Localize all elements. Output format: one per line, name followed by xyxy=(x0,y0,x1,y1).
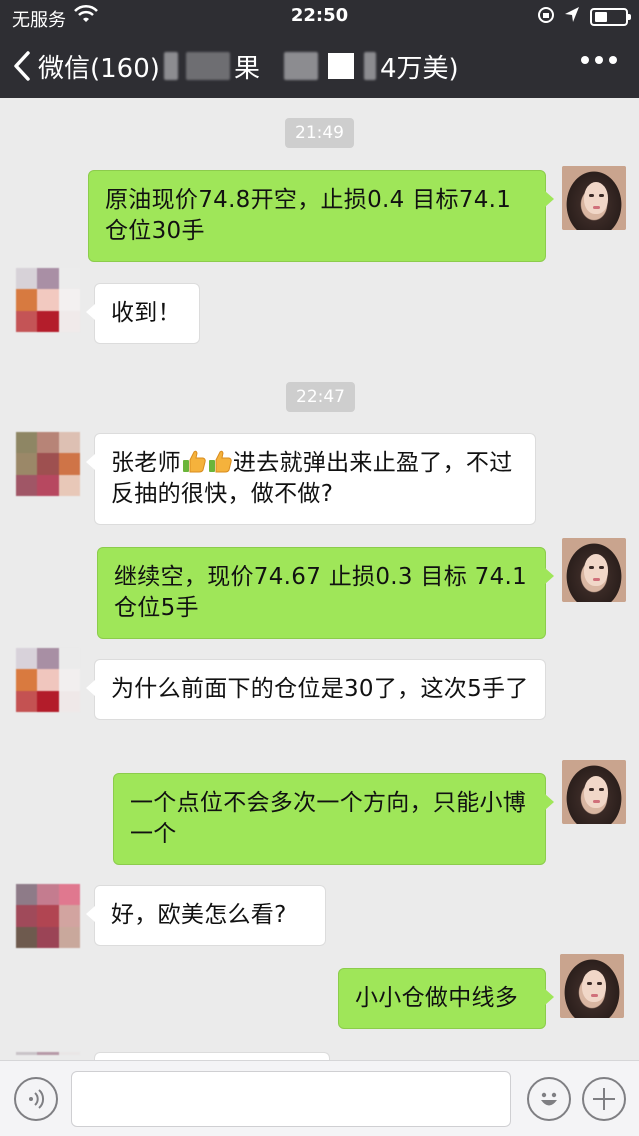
message-bubble-contact[interactable]: 好，欧美怎么看? xyxy=(86,885,326,946)
emoji-icon xyxy=(541,1092,557,1106)
more-dots-icon xyxy=(581,56,589,64)
back-button[interactable]: 微信(160) xyxy=(10,44,160,88)
status-bar: 无服务 22:50 xyxy=(0,0,639,34)
emoji-button[interactable] xyxy=(527,1077,571,1121)
message-bubble-self[interactable]: 继续空，现价74.67 止损0.3 目标 74.1 仓位5手 xyxy=(97,547,554,639)
contact-avatar[interactable] xyxy=(16,268,80,332)
top-bar: 无服务 22:50 微信(160) 果 4万美) xyxy=(0,0,639,98)
message-text: 张老师 xyxy=(111,450,181,476)
rotation-lock-icon xyxy=(538,7,554,23)
location-arrow-icon xyxy=(565,7,579,22)
message-bubble-contact[interactable]: 为什么前面下的仓位是30了，这次5手了 xyxy=(86,659,546,720)
voice-icon xyxy=(29,1089,45,1109)
more-options-button[interactable] xyxy=(581,56,617,64)
contact-avatar[interactable] xyxy=(16,648,80,712)
message-bubble-contact[interactable]: 收到！ xyxy=(86,283,200,344)
redacted-block xyxy=(284,52,319,80)
battery-icon xyxy=(590,8,631,26)
redacted-block xyxy=(164,52,178,80)
voice-button[interactable] xyxy=(14,1077,58,1121)
redacted-block xyxy=(328,53,355,79)
plus-button[interactable] xyxy=(582,1077,626,1121)
contact-avatar[interactable] xyxy=(16,432,80,496)
thumbs-up-icon xyxy=(182,450,206,473)
input-bar xyxy=(0,1060,639,1136)
message-bubble-self[interactable]: 原油现价74.8开空，止损0.4 目标74.1 仓位30手 xyxy=(88,170,554,262)
chat-area[interactable]: 21:49 原油现价74.8开空，止损0.4 目标74.1 仓位30手 收到！ … xyxy=(0,98,639,1060)
contact-avatar[interactable] xyxy=(16,884,80,948)
chat-nav-bar: 微信(160) 果 4万美) xyxy=(0,34,639,98)
contact-avatar[interactable] xyxy=(16,1052,80,1060)
timestamp: 22:47 xyxy=(286,382,355,412)
thumbs-up-icon xyxy=(208,450,232,473)
message-bubble-self[interactable]: 小小仓做中线多 xyxy=(338,968,554,1029)
chevron-left-icon xyxy=(14,51,30,81)
self-avatar[interactable] xyxy=(562,166,626,230)
message-bubble-contact[interactable] xyxy=(94,1052,330,1060)
title-fragment: 4万美) xyxy=(380,53,459,84)
message-bubble-contact[interactable]: 张老师 进去就弹出来止盈了，不过反抽的很快，做不做? xyxy=(86,433,536,525)
back-label: 微信(160) xyxy=(38,53,160,84)
timestamp: 21:49 xyxy=(285,118,354,148)
title-fragment: 果 xyxy=(234,53,261,84)
message-input[interactable] xyxy=(71,1071,511,1127)
redacted-block xyxy=(364,52,377,80)
chat-title: 果 4万美) xyxy=(160,48,459,84)
self-avatar[interactable] xyxy=(562,760,626,824)
self-avatar[interactable] xyxy=(562,538,626,602)
message-bubble-self[interactable]: 一个点位不会多次一个方向，只能小博一个 xyxy=(113,773,554,865)
self-avatar[interactable] xyxy=(560,954,624,1018)
redacted-block xyxy=(186,52,230,80)
